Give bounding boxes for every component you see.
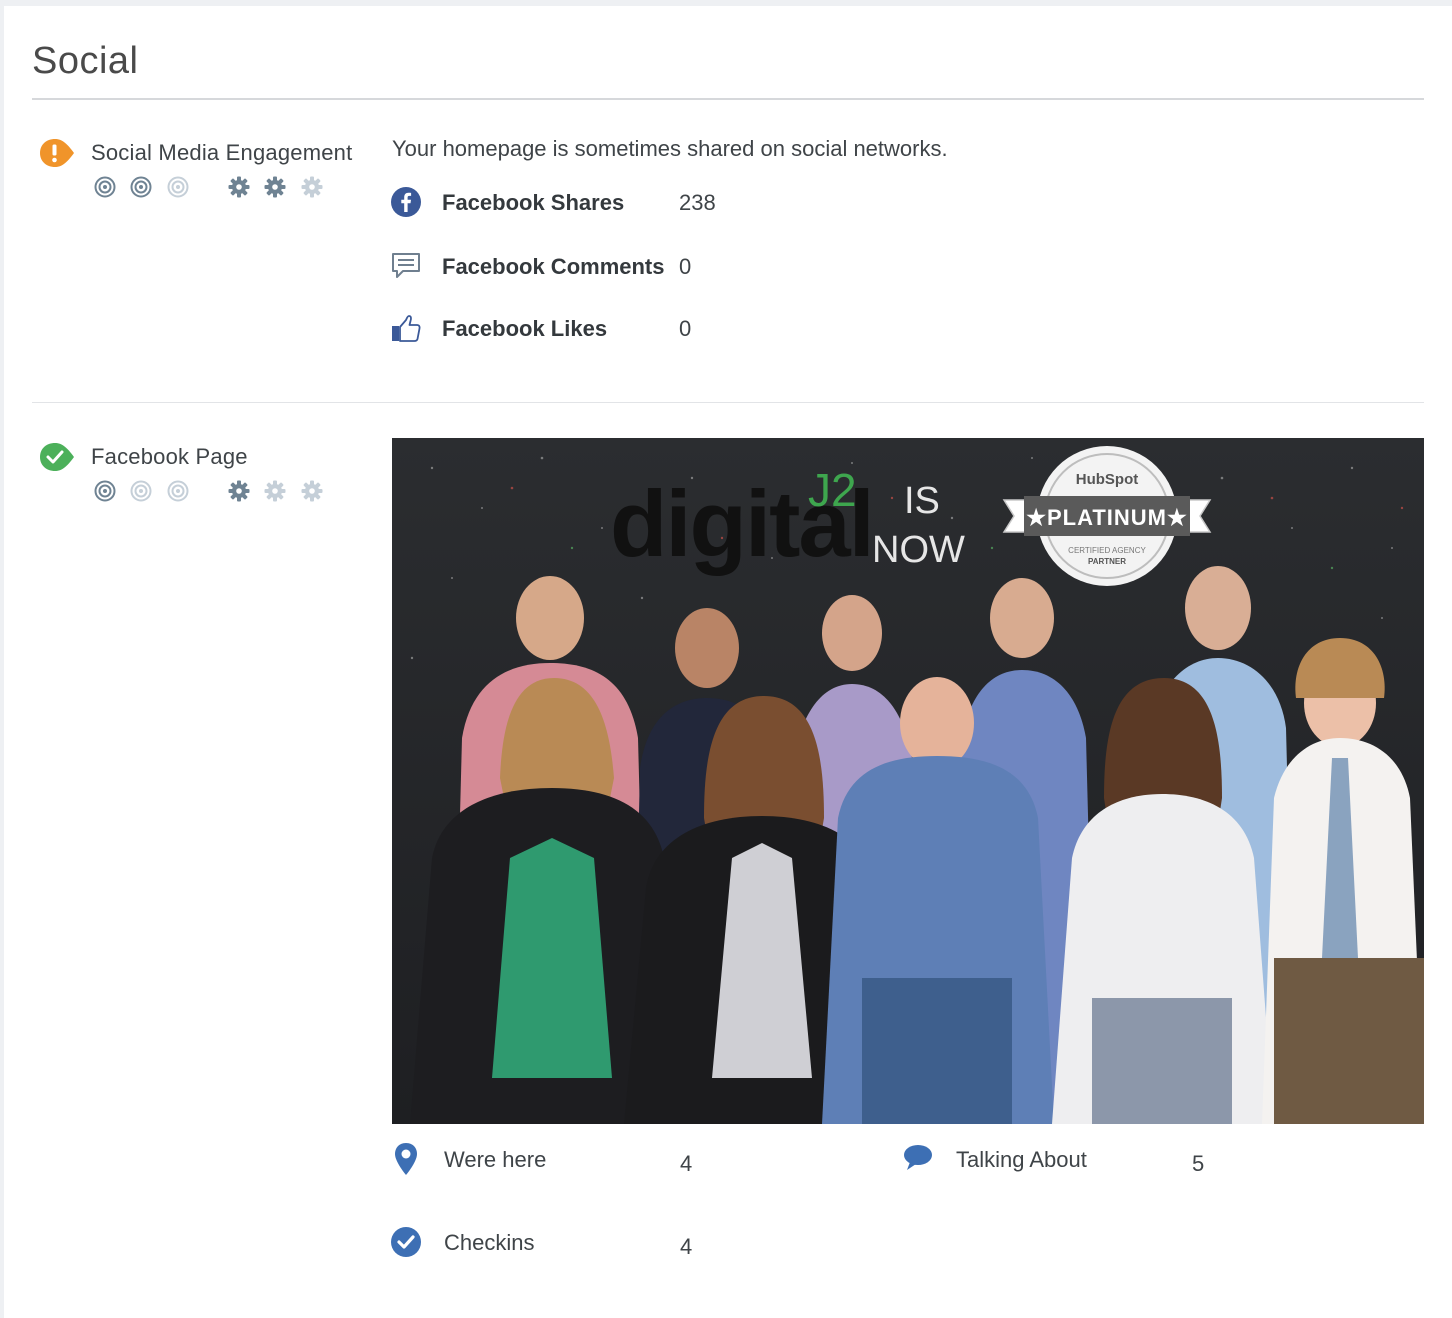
row-divider: [32, 402, 1424, 403]
stat-facebook-shares: Facebook Shares 238: [390, 186, 790, 220]
stat-label: Facebook Comments: [442, 254, 665, 279]
badge-sub1-text: CERTIFIED AGENCY: [1068, 546, 1146, 555]
stat-value: 4: [680, 1234, 693, 1259]
cover-headline-line2: NOW: [872, 529, 965, 571]
badge-top-text: HubSpot: [1076, 471, 1138, 488]
checkmark-circle-icon: [391, 1227, 421, 1257]
gear-icon: [301, 176, 323, 198]
cover-brand-superscript: J2: [808, 464, 857, 516]
stat-label: Facebook Shares: [442, 190, 625, 215]
thumbs-up-icon: [392, 315, 421, 342]
engagement-summary: Your homepage is sometimes shared on soc…: [392, 136, 948, 161]
metric-facebook-page: Facebook Page: [32, 442, 362, 512]
section-divider: [32, 98, 1424, 100]
metric-label: Social Media Engagement: [91, 140, 353, 165]
target-icon: [167, 480, 189, 502]
badge-main-text: ★PLATINUM★: [1026, 505, 1187, 530]
stat-talking-about: Talking About 5: [902, 1141, 1322, 1181]
stat-label: Were here: [444, 1147, 547, 1172]
social-section-card: Social Social Media Engagement Your home…: [4, 6, 1452, 1318]
target-icon: [94, 176, 116, 198]
cover-headline-line1: IS: [904, 480, 940, 522]
stat-value: 238: [679, 190, 716, 215]
rating-indicators: [94, 480, 334, 504]
facebook-cover-photo: digital J2 IS NOW HubSpot ★PLATINUM★ CER…: [392, 438, 1424, 1124]
gear-icon: [264, 176, 286, 198]
stat-value: 5: [1192, 1151, 1205, 1176]
target-icon: [130, 480, 152, 502]
cover-photo-image: digital J2 IS NOW HubSpot ★PLATINUM★ CER…: [392, 438, 1424, 1124]
comments-icon: [392, 253, 420, 278]
metric-label: Facebook Page: [91, 444, 248, 469]
facebook-icon: [391, 187, 421, 217]
target-icon: [94, 480, 116, 502]
stat-value: 4: [680, 1151, 693, 1176]
gear-icon: [264, 480, 286, 502]
gear-icon: [301, 480, 323, 502]
stat-value: 0: [679, 254, 692, 279]
stat-value: 0: [679, 316, 692, 341]
speech-bubble-icon: [904, 1145, 932, 1170]
section-title: Social: [32, 40, 139, 82]
stat-checkins: Checkins 4: [390, 1224, 810, 1264]
stat-facebook-likes: Facebook Likes 0: [390, 312, 790, 346]
gear-icon: [228, 176, 250, 198]
stat-facebook-comments: Facebook Comments 0: [390, 250, 790, 284]
warning-icon: [40, 139, 74, 167]
target-icon: [167, 176, 189, 198]
gear-icon: [228, 480, 250, 502]
stat-label: Facebook Likes: [442, 316, 608, 341]
badge-sub2-text: PARTNER: [1088, 557, 1126, 566]
stat-label: Talking About: [956, 1147, 1087, 1172]
metric-social-media-engagement: Social Media Engagement: [32, 138, 362, 208]
target-icon: [130, 176, 152, 198]
check-icon: [40, 443, 74, 471]
map-pin-icon: [395, 1143, 417, 1175]
stat-label: Checkins: [444, 1230, 535, 1255]
rating-indicators: [94, 176, 334, 200]
stat-were-here: Were here 4: [390, 1141, 810, 1181]
